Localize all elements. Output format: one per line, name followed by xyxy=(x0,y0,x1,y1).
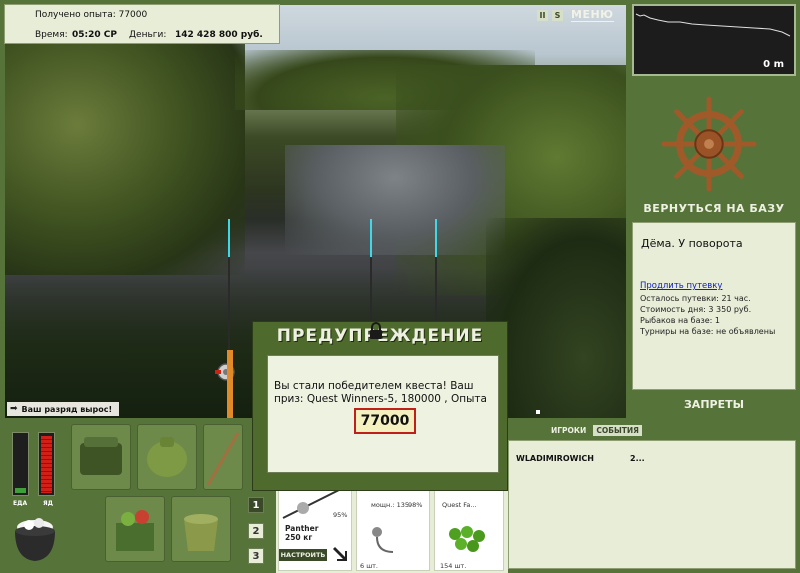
base-info-panel: Дёма. У поворота Продлить путевку Остало… xyxy=(632,222,796,390)
bag-slot[interactable] xyxy=(137,424,197,490)
poison-label: ЯД xyxy=(43,500,53,507)
groundbait-slot[interactable] xyxy=(105,496,165,562)
lock-icon xyxy=(370,322,382,339)
return-to-base-button[interactable]: ВЕРНУТЬСЯ НА БАЗУ xyxy=(628,202,800,215)
rig-page-1[interactable]: 1 xyxy=(248,497,264,513)
money-label: Деньги: xyxy=(129,30,167,40)
bans-button[interactable]: ЗАПРЕТЫ xyxy=(628,398,800,411)
depth-value: 0 m xyxy=(763,59,784,70)
tab-events[interactable]: СОБЫТИЯ xyxy=(593,425,642,436)
stats-panel: Получено опыта: 77000 Время: 05:20 СР Де… xyxy=(4,4,280,44)
dialog-message: Вы стали победителем квеста! Ваш приз: Q… xyxy=(274,380,487,405)
bobber-marker xyxy=(536,410,540,414)
poison-meter xyxy=(38,432,55,496)
menu-button[interactable]: МЕНЮ xyxy=(571,8,614,22)
rig-page-3[interactable]: 3 xyxy=(248,548,264,564)
rod-tip xyxy=(435,219,437,257)
landing-net-icon xyxy=(206,432,240,486)
hook-count: 6 шт. xyxy=(360,562,379,570)
dialog-body: Вы стали победителем квеста! Ваш приз: Q… xyxy=(267,355,499,473)
rod-handle-icon xyxy=(227,350,233,418)
top-controls: II S МЕНЮ xyxy=(537,8,614,22)
tackle-box-slot[interactable] xyxy=(71,424,131,490)
experience-text: Получено опыта: 77000 xyxy=(35,10,148,20)
food-meter-fill xyxy=(15,488,26,493)
arrow-down-right-icon xyxy=(333,547,347,561)
cauldron-icon[interactable] xyxy=(10,513,60,565)
rod-percent: 95% xyxy=(333,511,348,519)
fishers-count: Рыбаков на базе: 1 xyxy=(640,316,720,325)
bait-slot[interactable] xyxy=(434,481,504,571)
bag-icon xyxy=(147,437,187,477)
players-tabs: ИГРОКИ СОБЫТИЯ xyxy=(548,425,642,436)
quest-label: Quest Fa... xyxy=(442,501,477,509)
tackle-box-icon xyxy=(80,437,122,475)
time-label: Время: xyxy=(35,30,68,40)
rod-name: Panther xyxy=(285,524,319,533)
rod-weight: 250 кг xyxy=(285,533,313,542)
peas-bait-icon xyxy=(449,526,485,552)
player-value: 2... xyxy=(630,454,645,463)
dialog-reward-value: 77000 xyxy=(354,408,416,434)
rod-tip xyxy=(228,219,230,257)
extend-permit-link[interactable]: Продлить путевку xyxy=(640,281,722,291)
rank-up-text: Ваш разряд вырос! xyxy=(21,404,113,414)
rod-tip xyxy=(370,219,372,257)
bucket-icon xyxy=(184,514,218,551)
landing-net-slot[interactable] xyxy=(203,424,243,490)
food-meter xyxy=(12,432,29,496)
food-label: ЕДА xyxy=(13,500,28,507)
left-bank-trees xyxy=(5,25,245,275)
bait-count: 154 шт. xyxy=(440,562,467,570)
reel-percent: 98% xyxy=(408,501,423,509)
ship-wheel-icon[interactable] xyxy=(660,95,758,193)
pause-icon[interactable]: II xyxy=(537,9,548,21)
rank-up-notice[interactable]: ➡ Ваш разряд вырос! xyxy=(7,402,119,416)
setup-button[interactable]: НАСТРОИТЬ xyxy=(279,549,327,561)
warning-dialog[interactable]: ПРЕДУПРЕЖДЕНИЕ Вы стали победителем квес… xyxy=(252,321,508,491)
time-value: 05:20 СР xyxy=(72,30,117,40)
player-name[interactable]: WLADIMIROWICH xyxy=(516,454,594,463)
arrow-right-icon: ➡ xyxy=(10,404,18,414)
sound-icon[interactable]: S xyxy=(552,9,563,21)
water-reflection xyxy=(285,145,505,255)
rig-page-2[interactable]: 2 xyxy=(248,523,264,539)
day-cost: Стоимость дня: 3 350 руб. xyxy=(640,305,752,314)
vegetable-basket-icon xyxy=(116,510,154,551)
money-value: 142 428 800 руб. xyxy=(175,30,263,40)
reel-slot[interactable] xyxy=(356,481,430,571)
bucket-slot[interactable] xyxy=(171,496,231,562)
tournaments-status: Турниры на базе: не объявлены xyxy=(640,327,776,336)
poison-meter-fill xyxy=(41,436,52,493)
game-root: Получено опыта: 77000 Время: 05:20 СР Де… xyxy=(0,0,800,573)
power-label: мощн.: 135 xyxy=(371,501,409,509)
hook-icon xyxy=(372,527,394,553)
depth-graph: 0 m xyxy=(632,4,796,76)
remaining-time: Осталось путевки: 21 час. xyxy=(640,294,751,303)
base-name: Дёма. У поворота xyxy=(641,237,743,250)
tab-players[interactable]: ИГРОКИ xyxy=(548,425,589,436)
